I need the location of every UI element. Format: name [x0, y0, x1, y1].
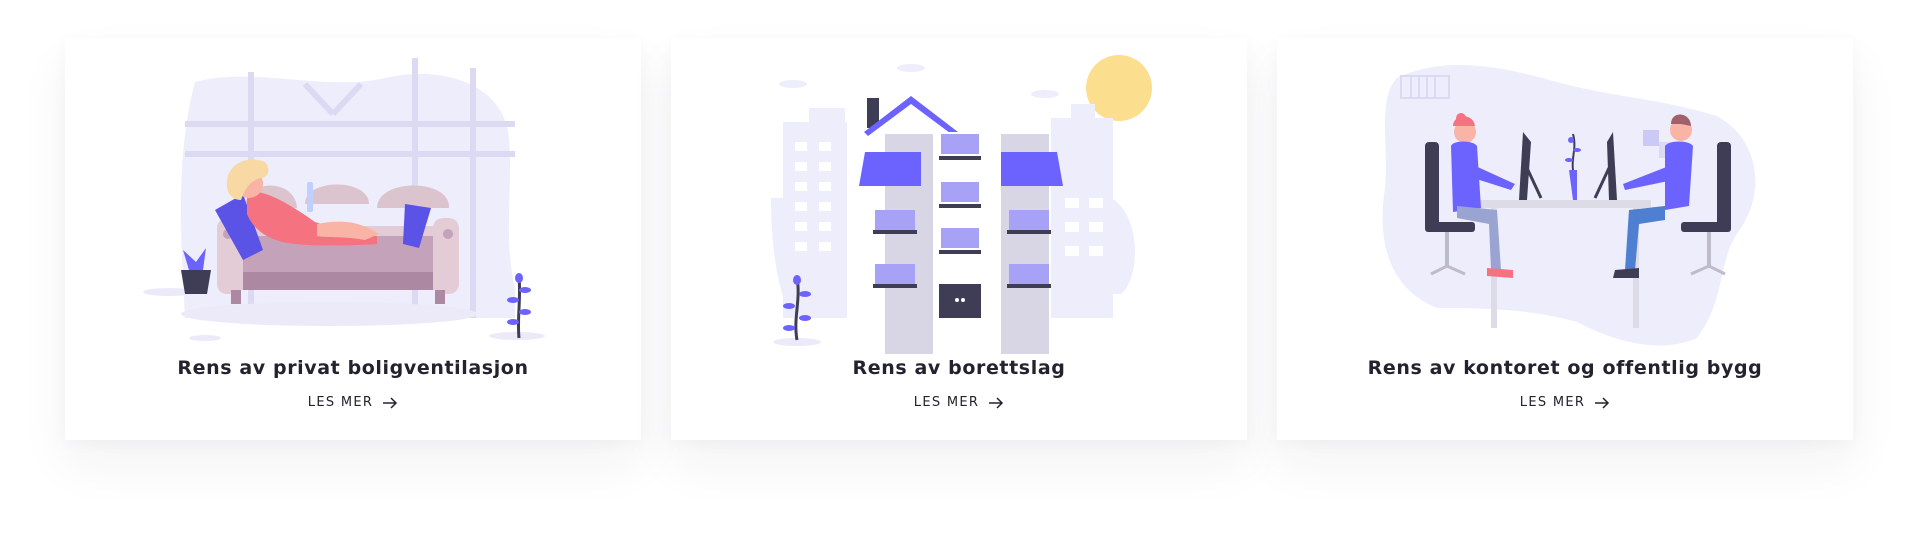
office-desk-illustration	[1277, 38, 1853, 358]
read-more-label: LES MER	[1519, 395, 1586, 410]
read-more-label: LES MER	[913, 395, 980, 410]
apartment-building-illustration	[671, 38, 1247, 358]
read-more-link[interactable]: LES MER	[671, 395, 1247, 410]
card-title: Rens av borettslag	[852, 357, 1066, 379]
service-card-housing-cooperative: Rens av borettslag LES MER	[671, 38, 1247, 440]
arrow-right-icon	[1594, 396, 1610, 409]
read-more-label: LES MER	[307, 395, 374, 410]
arrow-right-icon	[382, 396, 398, 409]
read-more-link[interactable]: LES MER	[1277, 395, 1853, 410]
arrow-right-icon	[988, 396, 1004, 409]
card-title: Rens av kontoret og offentlig bygg	[1367, 357, 1763, 379]
woman-on-sofa-illustration	[65, 38, 641, 358]
card-title: Rens av privat boligventilasjon	[177, 357, 529, 379]
read-more-link[interactable]: LES MER	[65, 395, 641, 410]
service-card-office-public-buildings: Rens av kontoret og offentlig bygg LES M…	[1277, 38, 1853, 440]
service-cards: Rens av privat boligventilasjon LES MER	[0, 0, 1918, 534]
service-card-private-ventilation: Rens av privat boligventilasjon LES MER	[65, 38, 641, 440]
